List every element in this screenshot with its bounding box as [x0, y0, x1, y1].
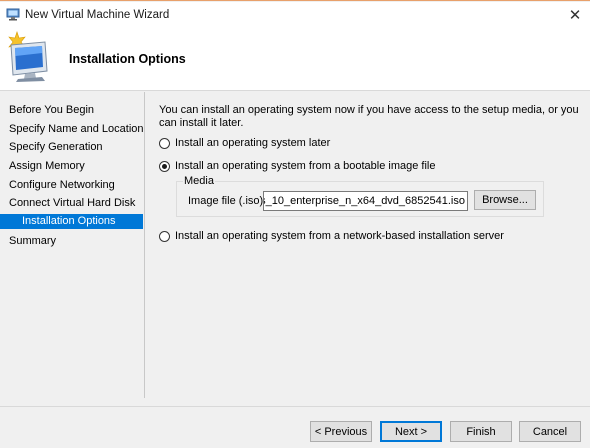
- option-install-from-image[interactable]: Install an operating system from a boota…: [159, 159, 435, 173]
- hyper-v-icon: [6, 7, 20, 21]
- option-install-from-image-label: Install an operating system from a boota…: [175, 160, 436, 172]
- previous-button[interactable]: < Previous: [310, 421, 372, 442]
- image-file-value: vindows_10_enterprise_n_x64_dvd_6852541.…: [264, 195, 465, 207]
- nav-item-summary[interactable]: Summary: [0, 234, 143, 249]
- title-bar: New Virtual Machine Wizard ✕: [0, 2, 590, 29]
- close-icon[interactable]: ✕: [560, 2, 590, 28]
- finish-button[interactable]: Finish: [450, 421, 512, 442]
- intro-text: You can install an operating system now …: [159, 104, 579, 129]
- radio-install-from-image[interactable]: [159, 160, 170, 172]
- wizard-header: Installation Options: [0, 29, 590, 91]
- wizard-window: New Virtual Machine Wizard ✕ Installatio…: [0, 0, 590, 448]
- nav-item-connect-virtual-hard-disk[interactable]: Connect Virtual Hard Disk: [0, 196, 143, 211]
- wizard-content: You can install an operating system now …: [146, 92, 590, 398]
- browse-button[interactable]: Browse...: [474, 190, 536, 210]
- cancel-button[interactable]: Cancel: [519, 421, 581, 442]
- option-install-later[interactable]: Install an operating system later: [159, 136, 330, 150]
- image-file-label: Image file (.iso):: [188, 195, 267, 207]
- page-title: Installation Options: [69, 52, 186, 66]
- option-install-from-network[interactable]: Install an operating system from a netwo…: [159, 229, 504, 243]
- nav-item-assign-memory[interactable]: Assign Memory: [0, 159, 143, 174]
- virtual-machine-wizard-icon: [5, 31, 55, 83]
- nav-item-before-you-begin[interactable]: Before You Begin: [0, 103, 143, 118]
- wizard-steps-nav: Before You Begin Specify Name and Locati…: [0, 92, 145, 398]
- nav-item-specify-name-and-location[interactable]: Specify Name and Location: [0, 122, 144, 137]
- window-title: New Virtual Machine Wizard: [25, 9, 170, 21]
- media-legend: Media: [183, 175, 215, 187]
- nav-item-specify-generation[interactable]: Specify Generation: [0, 140, 143, 155]
- nav-item-installation-options[interactable]: Installation Options: [0, 214, 143, 229]
- wizard-footer: < Previous Next > Finish Cancel: [0, 406, 590, 448]
- radio-install-from-network[interactable]: [159, 230, 170, 242]
- image-file-input[interactable]: vindows_10_enterprise_n_x64_dvd_6852541.…: [263, 191, 468, 211]
- nav-item-configure-networking[interactable]: Configure Networking: [0, 178, 143, 193]
- radio-install-later[interactable]: [159, 137, 170, 149]
- option-install-later-label: Install an operating system later: [175, 137, 331, 149]
- media-group: Media Image file (.iso): vindows_10_ente…: [176, 175, 544, 217]
- option-install-from-network-label: Install an operating system from a netwo…: [175, 230, 504, 242]
- next-button[interactable]: Next >: [380, 421, 442, 442]
